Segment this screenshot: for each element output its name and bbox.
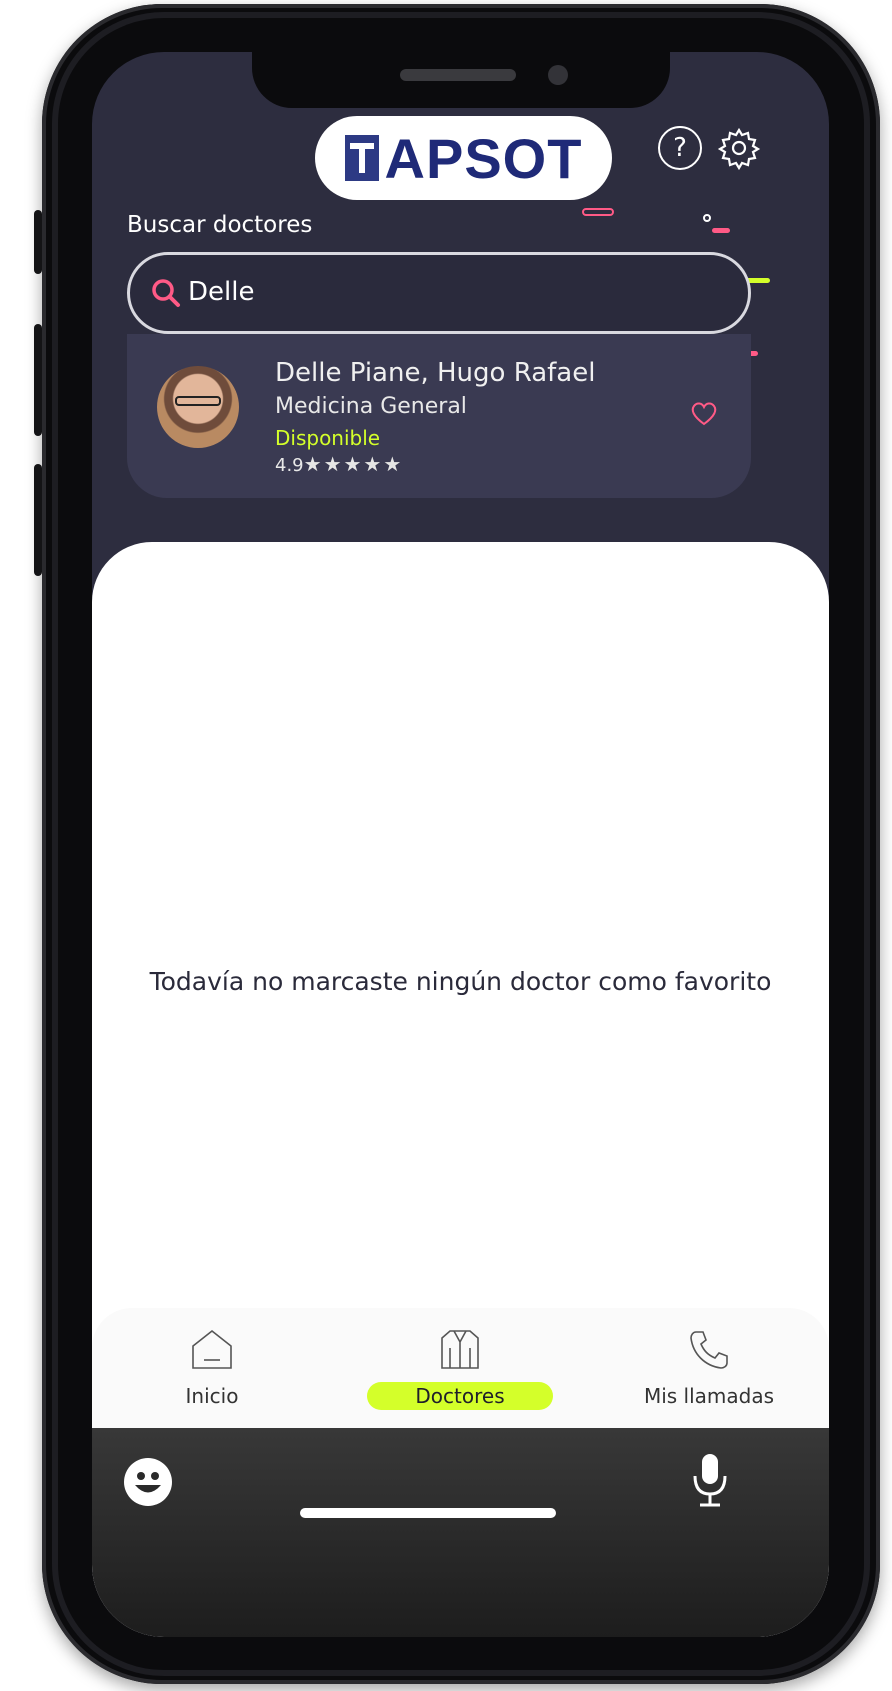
doctor-coat-icon <box>441 1330 479 1369</box>
doctor-specialty: Medicina General <box>275 394 467 419</box>
emoji-button[interactable] <box>124 1458 172 1506</box>
keyboard-accessory-bar <box>92 1428 829 1637</box>
emoji-icon <box>135 1472 161 1493</box>
heart-icon[interactable] <box>689 398 719 428</box>
front-camera <box>548 65 568 85</box>
mute-switch <box>34 210 42 274</box>
favorites-empty-message: Todavía no marcaste ningún doctor como f… <box>149 967 772 996</box>
rating-value: 4.9 <box>275 455 304 476</box>
bottom-navigation: Inicio Doctores Mis llamadas <box>92 1308 829 1428</box>
search-label: Buscar doctores <box>127 212 313 238</box>
doctor-status: Disponible <box>275 426 381 450</box>
decor-dot <box>703 214 711 222</box>
app-logo: APSOT <box>315 116 612 200</box>
search-value: Delle <box>188 277 255 307</box>
rating-stars: ★★★★★ <box>303 452 404 476</box>
decor-pink-bar <box>712 228 730 233</box>
microphone-button[interactable] <box>690 1452 730 1508</box>
doctor-name: Delle Piane, Hugo Rafael <box>275 358 596 388</box>
nav-item-doctores[interactable]: Doctores <box>350 1328 570 1410</box>
volume-up-button <box>34 324 42 436</box>
microphone-icon <box>693 1454 727 1507</box>
app-screen: APSOT ? Buscar doctores Delle Delle Pian… <box>92 52 829 1637</box>
help-button[interactable]: ? <box>658 126 702 170</box>
logo-mark-icon <box>344 135 379 181</box>
logo-text: APSOT <box>384 126 583 190</box>
doctor-rating: 4.9★★★★★ <box>275 452 403 476</box>
phone-icon <box>690 1331 728 1369</box>
glasses-detail <box>175 396 221 406</box>
nav-label-inicio: Inicio <box>185 1384 239 1408</box>
doctor-result-card[interactable]: Delle Piane, Hugo Rafael Medicina Genera… <box>127 334 751 498</box>
home-icon <box>192 1329 232 1369</box>
search-icon <box>152 279 180 307</box>
search-input[interactable]: Delle <box>127 252 751 334</box>
speaker-grille <box>400 69 516 81</box>
nav-item-mis-llamadas[interactable]: Mis llamadas <box>599 1328 819 1410</box>
nav-label-doctores: Doctores <box>367 1382 553 1410</box>
nav-item-inicio[interactable]: Inicio <box>102 1328 322 1410</box>
volume-down-button <box>34 464 42 576</box>
gear-icon <box>717 127 761 171</box>
nav-label-mis-llamadas: Mis llamadas <box>643 1384 775 1408</box>
settings-button[interactable] <box>717 126 761 171</box>
doctor-avatar <box>157 366 239 448</box>
decor-pink-dash <box>582 208 614 216</box>
home-indicator[interactable] <box>300 1508 556 1518</box>
notch <box>252 52 670 108</box>
question-icon: ? <box>673 133 687 163</box>
